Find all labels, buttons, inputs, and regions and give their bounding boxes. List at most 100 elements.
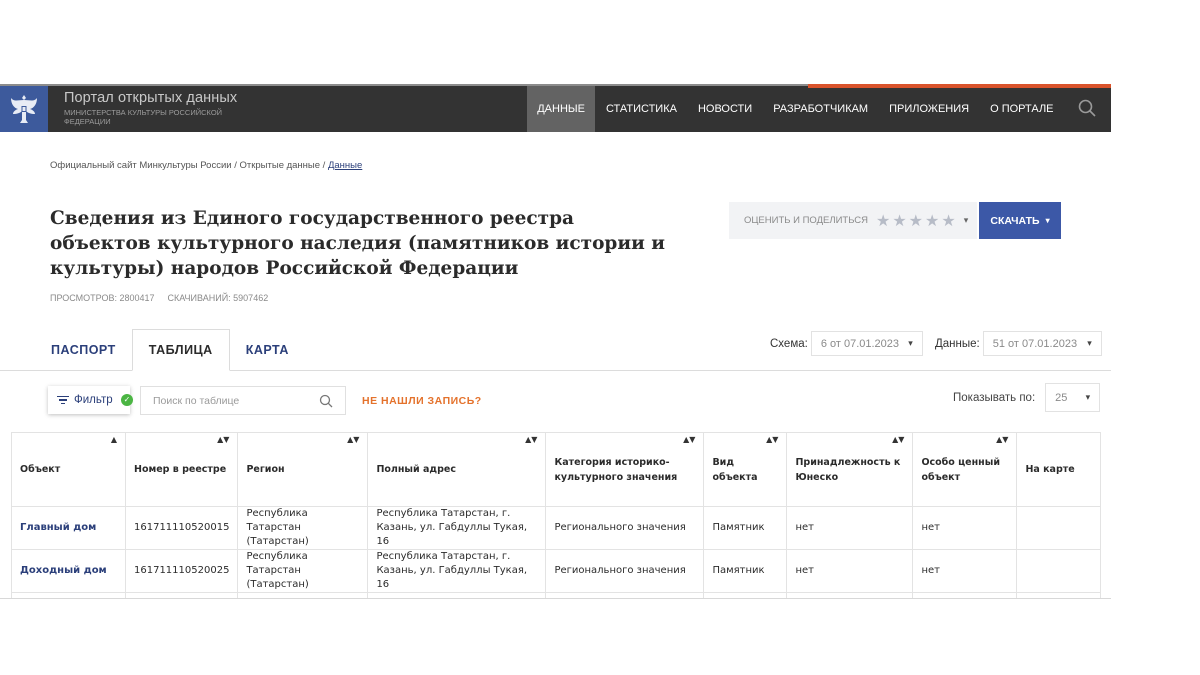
breadcrumb-ministry[interactable]: Официальный сайт Минкультуры России xyxy=(50,160,232,171)
table-cell: Регионального значения xyxy=(545,549,705,593)
data-value: 51 от 07.01.2023 xyxy=(992,337,1078,350)
table-cell xyxy=(237,592,369,598)
map-cell[interactable] xyxy=(1016,549,1102,593)
per-page-label: Показывать по: xyxy=(953,391,1036,404)
table-cell xyxy=(545,592,705,598)
main-nav: ДАННЫЕ СТАТИСТИКА НОВОСТИ РАЗРАБОТЧИКАМ … xyxy=(526,86,1064,132)
tab-map[interactable]: КАРТА xyxy=(230,329,305,371)
table-cell xyxy=(11,592,126,598)
map-cell[interactable] xyxy=(1016,506,1102,550)
not-found-link[interactable]: НЕ НАШЛИ ЗАПИСЬ? xyxy=(362,395,482,407)
views-count: ПРОСМОТРОВ: 2800417 xyxy=(50,293,155,303)
table-cell: нет xyxy=(786,549,914,593)
rating-stars[interactable]: ★ ★ ★ ★ ★ xyxy=(876,212,956,229)
nav-item-apps[interactable]: ПРИЛОЖЕНИЯ xyxy=(879,86,980,132)
table-cell xyxy=(703,592,788,598)
table-cell xyxy=(912,592,1018,598)
star-icon[interactable]: ★ xyxy=(909,212,923,229)
nav-item-developers[interactable]: РАЗРАБОТЧИКАМ xyxy=(763,86,879,132)
column-header-address[interactable]: Полный адрес ▲▼ xyxy=(367,432,547,507)
column-header-object[interactable]: Объект ▲ xyxy=(11,432,126,507)
filter-icon xyxy=(57,394,69,407)
nav-item-news[interactable]: НОВОСТИ xyxy=(687,86,762,132)
breadcrumb-current[interactable]: Данные xyxy=(328,160,362,171)
star-icon[interactable]: ★ xyxy=(892,212,906,229)
column-label: Полный адрес xyxy=(376,464,456,475)
tab-passport[interactable]: ПАСПОРТ xyxy=(35,329,132,371)
column-header-registry-number[interactable]: Номер в реестре ▲▼ xyxy=(124,432,239,507)
chevron-down-icon: ▾ xyxy=(1045,216,1050,225)
eagle-icon xyxy=(11,95,37,123)
table-cell: Республика Татарстан (Татарстан) xyxy=(237,506,369,550)
column-label: Регион xyxy=(246,464,285,475)
scheme-label: Схема: xyxy=(770,337,808,350)
sort-icon[interactable]: ▲▼ xyxy=(892,436,904,444)
browser-page: Портал открытых данных МИНИСТЕРСТВА КУЛЬ… xyxy=(0,84,1111,599)
chevron-down-icon[interactable]: ▾ xyxy=(964,216,969,226)
per-page-select[interactable]: 25 ▾ xyxy=(1045,383,1101,412)
data-select[interactable]: 51 от 07.01.2023 ▾ xyxy=(982,331,1102,356)
object-link[interactable]: Доходный дом xyxy=(11,549,126,593)
star-icon[interactable]: ★ xyxy=(876,212,890,229)
sort-icon[interactable]: ▲ xyxy=(111,436,117,444)
filter-button[interactable]: Фильтр ✓ xyxy=(48,386,133,414)
table-cell xyxy=(367,592,547,598)
chevron-down-icon: ▾ xyxy=(908,338,913,348)
download-button[interactable]: СКАЧАТЬ ▾ xyxy=(979,202,1061,239)
star-icon[interactable]: ★ xyxy=(925,212,939,229)
column-header-unesco[interactable]: Принадлежность к Юнеско ▲▼ xyxy=(786,432,914,507)
column-label: Категория историко-культурного значения xyxy=(554,456,678,483)
star-icon[interactable]: ★ xyxy=(941,212,955,229)
table-row-partial xyxy=(11,592,1102,598)
table-row: Доходный дом 161711110520025 Республика … xyxy=(11,549,1102,593)
coat-of-arms-logo[interactable] xyxy=(0,86,48,132)
per-page-control: Показывать по: 25 ▾ xyxy=(953,383,1101,412)
download-label: СКАЧАТЬ xyxy=(990,214,1040,227)
tab-table[interactable]: ТАБЛИЦА xyxy=(131,329,230,371)
data-table: Объект ▲ Номер в реестре ▲▼ Регион ▲▼ Полны… xyxy=(11,432,1102,598)
column-label: На карте xyxy=(1025,464,1075,475)
column-label: Номер в реестре xyxy=(134,464,227,475)
sort-icon[interactable]: ▲▼ xyxy=(996,436,1008,444)
column-header-category[interactable]: Категория историко-культурного значения ▲… xyxy=(545,432,705,507)
rate-label: ОЦЕНИТЬ И ПОДЕЛИТЬСЯ xyxy=(744,215,868,226)
sort-icon[interactable]: ▲▼ xyxy=(347,436,359,444)
breadcrumb-open-data[interactable]: Открытые данные xyxy=(240,160,321,171)
table-search-input[interactable] xyxy=(153,394,313,407)
table-cell xyxy=(124,592,239,598)
search-icon[interactable] xyxy=(1077,98,1097,118)
data-label: Данные: xyxy=(935,337,980,350)
column-header-region[interactable]: Регион ▲▼ xyxy=(237,432,369,507)
dataset-stats: ПРОСМОТРОВ: 2800417 СКАЧИВАНИЙ: 5907462 xyxy=(50,293,268,303)
breadcrumb-separator: / xyxy=(231,160,240,171)
object-link[interactable]: Главный дом xyxy=(11,506,126,550)
scheme-select[interactable]: 6 от 07.01.2023 ▾ xyxy=(810,331,923,356)
sort-icon[interactable]: ▲▼ xyxy=(683,436,695,444)
portal-subtitle: МИНИСТЕРСТВА КУЛЬТУРЫ РОССИЙСКОЙ ФЕДЕРАЦ… xyxy=(64,108,223,126)
table-search xyxy=(140,386,346,415)
sort-icon[interactable]: ▲▼ xyxy=(766,436,778,444)
site-header: Портал открытых данных МИНИСТЕРСТВА КУЛЬ… xyxy=(0,84,1111,132)
column-header-valuable[interactable]: Особо ценный объект ▲▼ xyxy=(912,432,1018,507)
rate-and-share[interactable]: ОЦЕНИТЬ И ПОДЕЛИТЬСЯ ★ ★ ★ ★ ★ ▾ xyxy=(729,202,977,239)
column-label: Объект xyxy=(20,464,61,475)
nav-item-statistics[interactable]: СТАТИСТИКА xyxy=(595,86,687,132)
table-cell xyxy=(1016,592,1102,598)
table-cell: Памятник xyxy=(703,549,788,593)
breadcrumb-separator: / xyxy=(320,160,328,171)
nav-item-data[interactable]: ДАННЫЕ xyxy=(526,86,596,132)
sort-icon[interactable]: ▲▼ xyxy=(525,436,537,444)
per-page-value: 25 xyxy=(1055,391,1068,404)
nav-item-about[interactable]: О ПОРТАЛЕ xyxy=(980,86,1064,132)
search-icon[interactable] xyxy=(319,394,333,408)
column-label: Вид объекта xyxy=(712,456,758,483)
page-title: Сведения из Единого государственного рее… xyxy=(50,208,665,279)
sort-icon[interactable]: ▲▼ xyxy=(217,436,229,444)
chevron-down-icon: ▾ xyxy=(1087,338,1092,348)
column-label: Принадлежность к Юнеско xyxy=(795,456,901,483)
portal-title[interactable]: Портал открытых данных xyxy=(64,90,237,106)
table-row: Главный дом 161711110520015 Республика Т… xyxy=(11,506,1102,550)
downloads-count: СКАЧИВАНИЙ: 5907462 xyxy=(167,293,269,303)
column-header-object-type[interactable]: Вид объекта ▲▼ xyxy=(703,432,788,507)
table-cell: Республика Татарстан (Татарстан) xyxy=(237,549,369,593)
